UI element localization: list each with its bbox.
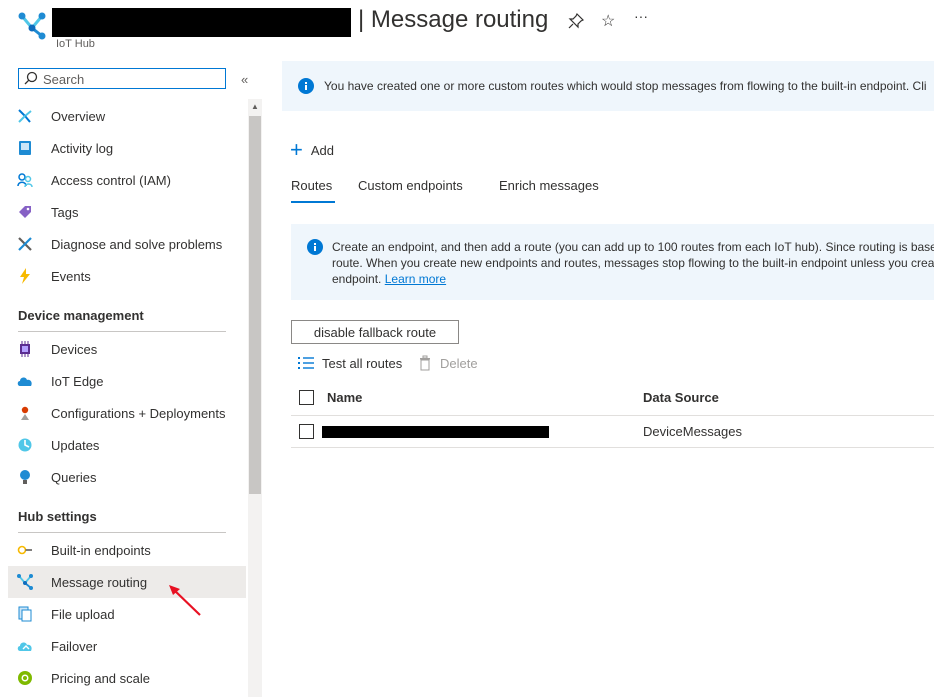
- sidebar-item-label: Tags: [51, 204, 79, 220]
- sidebar-item-label: Message routing: [51, 574, 148, 590]
- search-input[interactable]: Search: [18, 68, 226, 89]
- tag-icon: [16, 203, 34, 221]
- tab-routes[interactable]: Routes: [291, 178, 332, 193]
- sidebar-item-queries[interactable]: Queries: [8, 461, 246, 493]
- section-heading-hub-settings: Hub settings: [18, 509, 97, 524]
- banner-line: Create an endpoint, and then add a route…: [332, 240, 934, 254]
- scrollbar-thumb[interactable]: [249, 116, 261, 494]
- test-all-routes-button[interactable]: Test all routes: [298, 354, 402, 372]
- config-icon: [16, 404, 34, 422]
- wrench-icon: [16, 235, 34, 253]
- sidebar-item-label: Built-in endpoints: [51, 542, 151, 558]
- pin-icon[interactable]: [568, 13, 584, 29]
- disable-fallback-route-button[interactable]: disable fallback route: [291, 320, 459, 344]
- sidebar-item-pricing[interactable]: Pricing and scale: [8, 662, 246, 694]
- column-header-data-source[interactable]: Data Source: [643, 390, 719, 405]
- sidebar-item-built-in-endpoints[interactable]: Built-in endpoints: [8, 534, 246, 566]
- learn-more-link[interactable]: Learn more: [385, 272, 446, 286]
- routing-icon: [16, 573, 34, 591]
- file-upload-icon: [16, 605, 34, 623]
- add-route-button[interactable]: + Add: [290, 137, 334, 162]
- sidebar-item-configurations[interactable]: Configurations + Deployments: [8, 397, 246, 429]
- custom-routes-warning-banner: You have created one or more custom rout…: [282, 61, 934, 111]
- add-label: Add: [310, 142, 334, 158]
- active-tab-indicator: [291, 201, 335, 203]
- bulb-icon: [16, 468, 34, 486]
- sidebar-item-devices[interactable]: Devices: [8, 333, 246, 365]
- sidebar-item-tags[interactable]: Tags: [8, 196, 246, 228]
- sidebar-item-label: Queries: [51, 469, 97, 485]
- page-title: | Message routing: [358, 6, 549, 33]
- plus-icon: +: [290, 137, 303, 162]
- annotation-arrow: [169, 585, 201, 616]
- sidebar-item-label: Overview: [51, 108, 106, 124]
- section-divider: [18, 532, 226, 533]
- sidebar-item-updates[interactable]: Updates: [8, 429, 246, 461]
- sidebar-item-events[interactable]: Events: [8, 260, 246, 292]
- row-checkbox[interactable]: [299, 424, 314, 439]
- delete-label: Delete: [440, 355, 478, 371]
- sidebar-item-message-routing[interactable]: Message routing: [8, 566, 246, 598]
- failover-icon: [16, 637, 34, 655]
- activity-log-icon: [16, 139, 34, 157]
- search-icon: [24, 71, 38, 85]
- page-subtitle: IoT Hub: [56, 38, 95, 50]
- lightning-icon: [16, 267, 34, 285]
- test-all-routes-label: Test all routes: [322, 355, 403, 371]
- sidebar-item-label: Devices: [51, 341, 98, 357]
- sidebar-item-file-upload[interactable]: File upload: [8, 598, 246, 630]
- delete-button[interactable]: Delete: [419, 354, 478, 372]
- pricing-icon: [16, 669, 34, 687]
- sidebar-item-failover[interactable]: Failover: [8, 630, 246, 662]
- sidebar-item-iot-edge[interactable]: IoT Edge: [8, 365, 246, 397]
- tab-enrich-messages[interactable]: Enrich messages: [499, 178, 599, 193]
- sidebar-item-label: Events: [51, 268, 91, 284]
- table-header-divider: [291, 415, 934, 416]
- select-all-checkbox[interactable]: [299, 390, 314, 405]
- tab-custom-endpoints[interactable]: Custom endpoints: [358, 178, 463, 193]
- banner-line: endpoint.: [332, 272, 382, 286]
- section-heading-device-management: Device management: [18, 308, 144, 323]
- iot-hub-routing-icon: [18, 12, 46, 40]
- redacted-resource-name: [52, 8, 351, 37]
- sidebar-item-overview[interactable]: Overview: [8, 100, 246, 132]
- sidebar-item-label: Pricing and scale: [51, 670, 150, 686]
- info-icon: [307, 239, 323, 255]
- sidebar-item-label: IoT Edge: [51, 373, 104, 389]
- sidebar-item-label: Access control (IAM): [51, 172, 171, 188]
- iam-icon: [16, 171, 34, 189]
- info-icon: [298, 78, 314, 94]
- trash-icon: [420, 355, 430, 371]
- sidebar-item-access-control[interactable]: Access control (IAM): [8, 164, 246, 196]
- sidebar-item-diagnose[interactable]: Diagnose and solve problems: [8, 228, 246, 260]
- search-placeholder: Search: [43, 72, 85, 87]
- overview-icon: [16, 107, 34, 125]
- sidebar-item-label: Configurations + Deployments: [51, 405, 226, 421]
- sidebar-item-label: Activity log: [51, 140, 114, 156]
- star-icon[interactable]: ☆: [601, 11, 615, 31]
- test-list-icon: [298, 357, 314, 369]
- sidebar-item-label: Diagnose and solve problems: [51, 236, 223, 252]
- banner-text: You have created one or more custom rout…: [324, 79, 927, 93]
- sidebar-item-label: Updates: [51, 437, 100, 453]
- table-row-divider: [291, 447, 934, 448]
- redacted-route-name: [322, 426, 549, 438]
- sidebar-item-label: File upload: [51, 606, 115, 622]
- chip-icon: [16, 340, 34, 358]
- more-options-icon[interactable]: ···: [634, 8, 648, 24]
- banner-text: Create an endpoint, and then add a route…: [332, 239, 934, 287]
- column-header-name[interactable]: Name: [327, 390, 362, 405]
- endpoint-icon: [16, 541, 34, 559]
- updates-icon: [16, 436, 34, 454]
- routing-info-banner: Create an endpoint, and then add a route…: [291, 224, 934, 300]
- cloud-icon: [16, 372, 34, 390]
- banner-line: route. When you create new endpoints and…: [332, 256, 934, 270]
- sidebar-item-activity-log[interactable]: Activity log: [8, 132, 246, 164]
- table-cell-data-source: DeviceMessages: [643, 424, 742, 439]
- section-divider: [18, 331, 226, 332]
- scroll-up-icon[interactable]: ▲: [248, 100, 262, 114]
- collapse-sidebar-icon[interactable]: «: [241, 72, 248, 87]
- sidebar-item-label: Failover: [51, 638, 98, 654]
